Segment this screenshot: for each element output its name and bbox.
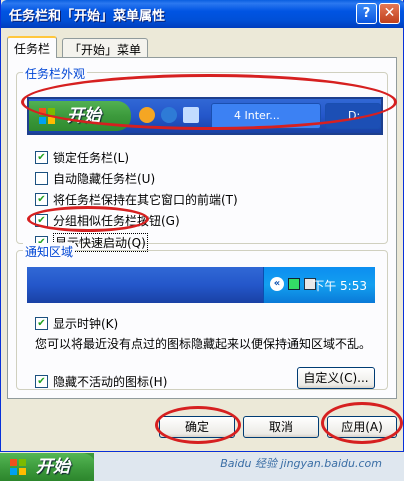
cancel-button[interactable]: 取消 <box>243 416 319 438</box>
checkbox-hide-inactive[interactable]: ✔ <box>35 375 48 388</box>
tab-taskbar[interactable]: 任务栏 <box>7 36 58 58</box>
notification-group: 通知区域 « 下午 5:53 ✔ 显示时钟(K) 您可以将最近没有点过的图标隐藏… <box>16 243 388 390</box>
hide-inactive-checkbox[interactable]: ✔ 隐藏不活动的图标(H) <box>35 373 167 390</box>
bottom-taskbar: 开始 Baidu 经验 jingyan.baidu.com <box>0 453 404 481</box>
clock-text: 下午 5:53 <box>312 279 367 293</box>
auto-hide-label: 自动隐藏任务栏(U) <box>53 172 156 186</box>
tray-preview: « 下午 5:53 <box>27 267 375 303</box>
ie-icon <box>161 107 177 123</box>
taskbar-preview: 开始 4 Inter... D: <box>27 97 383 135</box>
notification-description: 您可以将最近没有点过的图标隐藏起来以便保持通知区域不乱。 <box>35 337 372 351</box>
appearance-group-label: 任务栏外观 <box>23 65 88 82</box>
ok-button[interactable]: 确定 <box>159 416 235 438</box>
task-button-ie-label: 4 Inter... <box>234 109 280 122</box>
preview-task-button-ie: 4 Inter... <box>211 103 321 129</box>
close-button[interactable]: ✕ <box>379 3 400 24</box>
checkbox-autohide[interactable] <box>35 172 48 185</box>
apply-button[interactable]: 应用(A) <box>327 416 397 438</box>
properties-dialog: 任务栏和「开始」菜单属性 ? ✕ 任务栏 「开始」菜单 任务栏外观 开始 4 I… <box>0 0 404 452</box>
keep-on-top-label: 将任务栏保持在其它窗口的前端(T) <box>53 193 238 207</box>
show-clock-checkbox[interactable]: ✔ 显示时钟(K) <box>35 315 118 332</box>
system-tray: « 下午 5:53 <box>263 267 375 303</box>
start-label: 开始 <box>36 457 70 477</box>
notification-group-label: 通知区域 <box>23 243 76 260</box>
checkbox-lock[interactable]: ✔ <box>35 151 48 164</box>
lock-taskbar-checkbox[interactable]: ✔ 锁定任务栏(L) <box>35 149 129 166</box>
title-bar[interactable]: 任务栏和「开始」菜单属性 ? ✕ <box>1 0 404 28</box>
task-button-folder-label: D: <box>348 109 361 122</box>
windows-logo-icon <box>10 459 26 475</box>
tab-start-menu[interactable]: 「开始」菜单 <box>62 38 149 58</box>
desktop-icon <box>183 107 199 123</box>
checkbox-ontop[interactable]: ✔ <box>35 193 48 206</box>
group-buttons-checkbox[interactable]: ✔ 分组相似任务栏按钮(G) <box>35 212 180 229</box>
customize-button[interactable]: 自定义(C)... <box>297 367 375 389</box>
tab-panel: 任务栏外观 开始 4 Inter... D: ✔ 锁定任务栏(L) 自动隐藏任务… <box>7 57 397 399</box>
auto-hide-checkbox[interactable]: 自动隐藏任务栏(U) <box>35 170 155 187</box>
lock-taskbar-label: 锁定任务栏(L) <box>53 151 130 165</box>
preview-start-button: 开始 <box>29 101 131 131</box>
windows-logo-icon <box>39 108 55 124</box>
watermark-text: Baidu 经验 jingyan.baidu.com <box>220 457 382 470</box>
checkbox-clock[interactable]: ✔ <box>35 317 48 330</box>
show-hidden-icons-icon: « <box>270 277 284 291</box>
network-icon <box>288 278 300 290</box>
taskbar-empty-area: Baidu 经验 jingyan.baidu.com <box>94 453 404 481</box>
start-button[interactable]: 开始 <box>0 453 96 481</box>
show-clock-label: 显示时钟(K) <box>53 317 119 331</box>
hide-inactive-label: 隐藏不活动的图标(H) <box>53 375 168 389</box>
group-buttons-label: 分组相似任务栏按钮(G) <box>53 214 180 228</box>
keep-on-top-checkbox[interactable]: ✔ 将任务栏保持在其它窗口的前端(T) <box>35 191 238 208</box>
preview-task-button-folder: D: <box>325 103 381 129</box>
appearance-group: 任务栏外观 开始 4 Inter... D: ✔ 锁定任务栏(L) 自动隐藏任务… <box>16 65 388 252</box>
preview-start-label: 开始 <box>67 106 101 126</box>
help-button[interactable]: ? <box>356 3 377 24</box>
media-player-icon <box>139 107 155 123</box>
window-title: 任务栏和「开始」菜单属性 <box>9 9 166 24</box>
checkbox-group[interactable]: ✔ <box>35 214 48 227</box>
